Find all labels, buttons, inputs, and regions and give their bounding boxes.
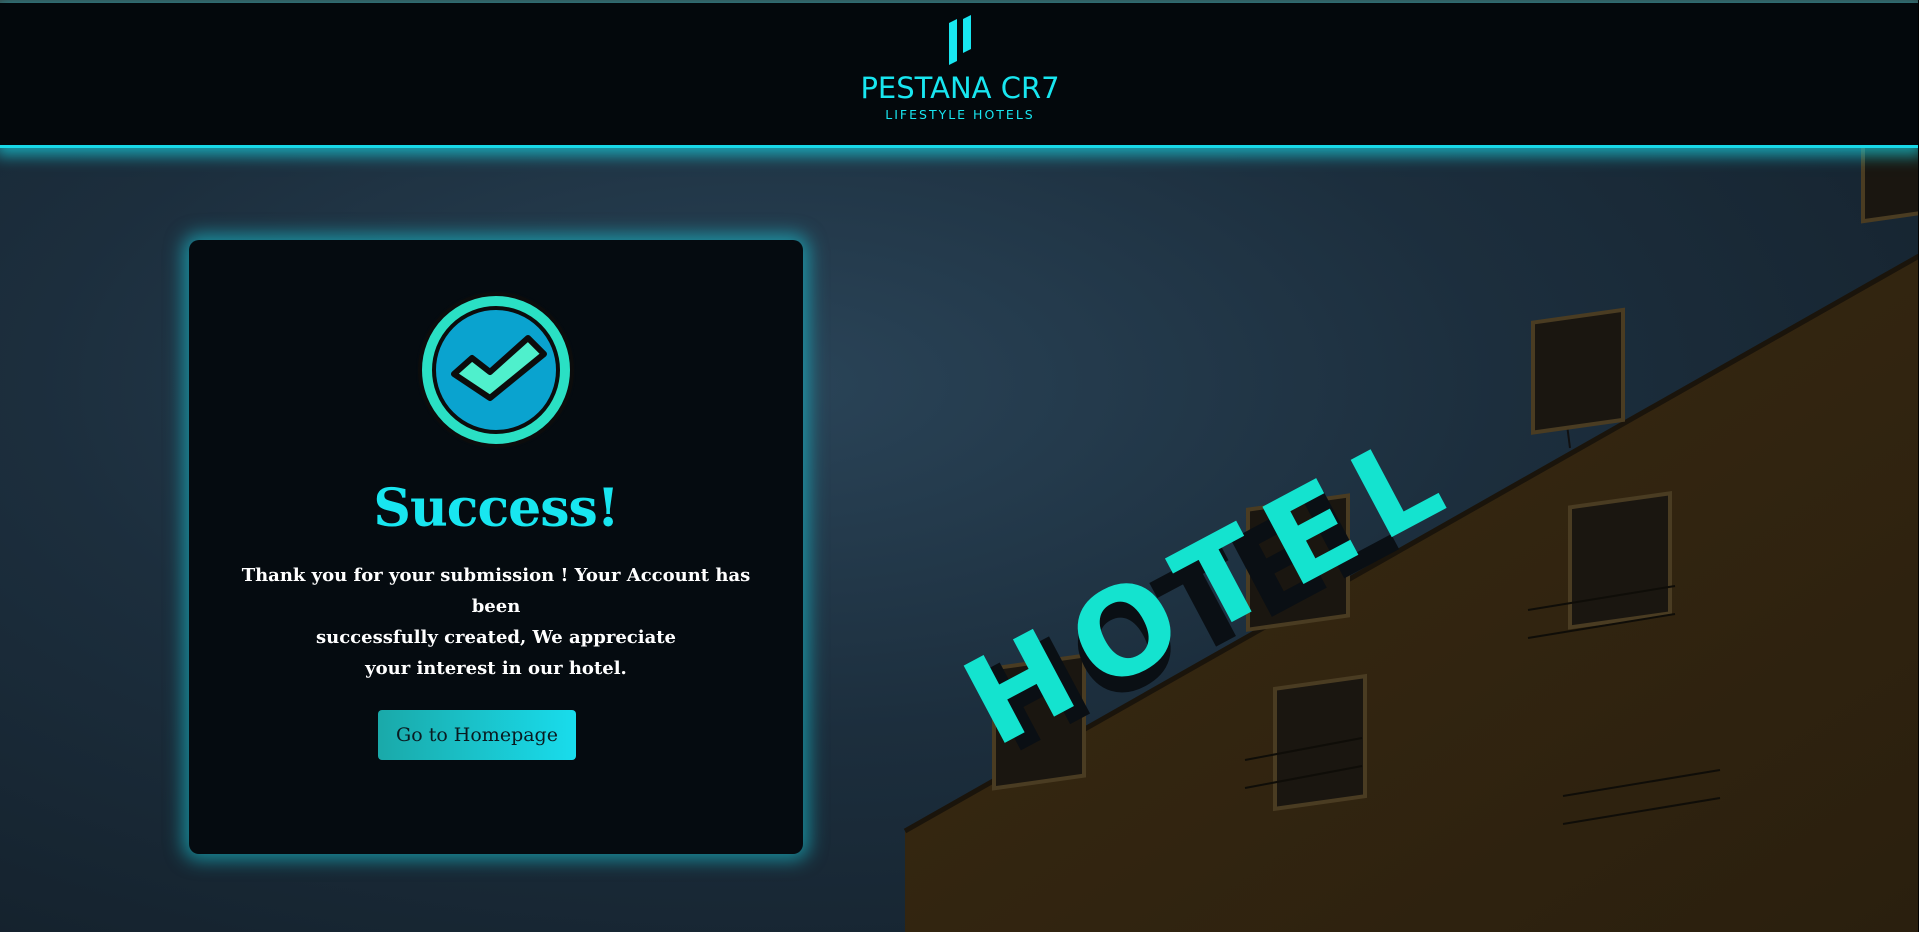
brand-name: PESTANA CR7 [860, 71, 1060, 105]
check-circle-icon [416, 290, 576, 450]
brand-logo[interactable]: PESTANA CR7 LIFESTYLE HOTELS [860, 15, 1060, 140]
message-line: your interest in our hotel. [365, 658, 627, 679]
site-header: PESTANA CR7 LIFESTYLE HOTELS [0, 3, 1919, 148]
brand-tagline: LIFESTYLE HOTELS [885, 107, 1035, 122]
message-line: successfully created, We appreciate [316, 627, 676, 648]
success-title: Success! [373, 478, 619, 539]
success-message: Thank you for your submission ! Your Acc… [229, 560, 763, 684]
success-card: Success! Thank you for your submission !… [189, 240, 803, 854]
brand-mark-icon [949, 15, 971, 65]
go-to-homepage-button[interactable]: Go to Homepage [378, 710, 576, 760]
message-line: Thank you for your submission ! Your Acc… [241, 565, 751, 617]
